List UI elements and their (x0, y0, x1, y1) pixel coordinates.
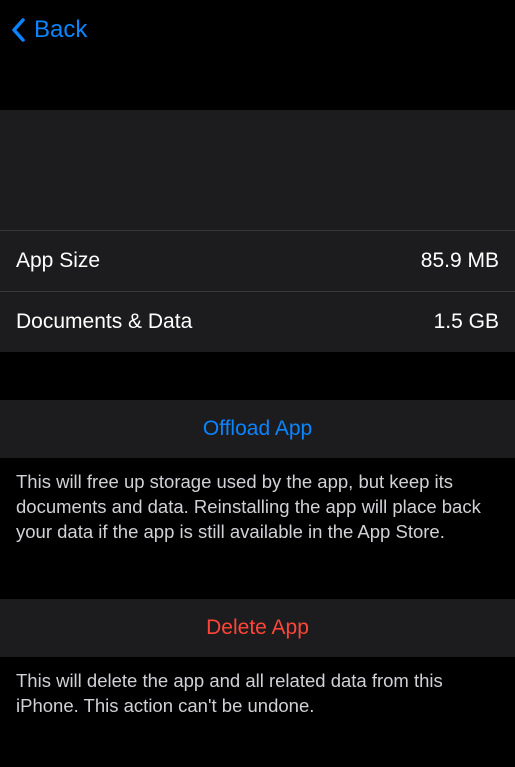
spacer (0, 352, 515, 400)
app-size-label: App Size (16, 249, 100, 273)
delete-description: This will delete the app and all related… (0, 657, 515, 731)
documents-data-label: Documents & Data (16, 310, 192, 334)
spacer (0, 557, 515, 599)
app-header-section (0, 110, 515, 230)
back-label: Back (34, 16, 87, 44)
app-size-value: 85.9 MB (421, 249, 499, 273)
offload-app-label: Offload App (203, 417, 312, 440)
delete-app-label: Delete App (206, 616, 309, 639)
back-button[interactable]: Back (10, 16, 87, 44)
documents-data-row: Documents & Data 1.5 GB (0, 291, 515, 352)
spacer-section (0, 60, 515, 110)
app-size-row: App Size 85.9 MB (0, 230, 515, 291)
offload-description: This will free up storage used by the ap… (0, 458, 515, 557)
chevron-left-icon (10, 17, 26, 43)
delete-app-button[interactable]: Delete App (0, 599, 515, 657)
offload-app-button[interactable]: Offload App (0, 400, 515, 458)
documents-data-value: 1.5 GB (434, 310, 499, 334)
nav-bar: Back (0, 0, 515, 60)
